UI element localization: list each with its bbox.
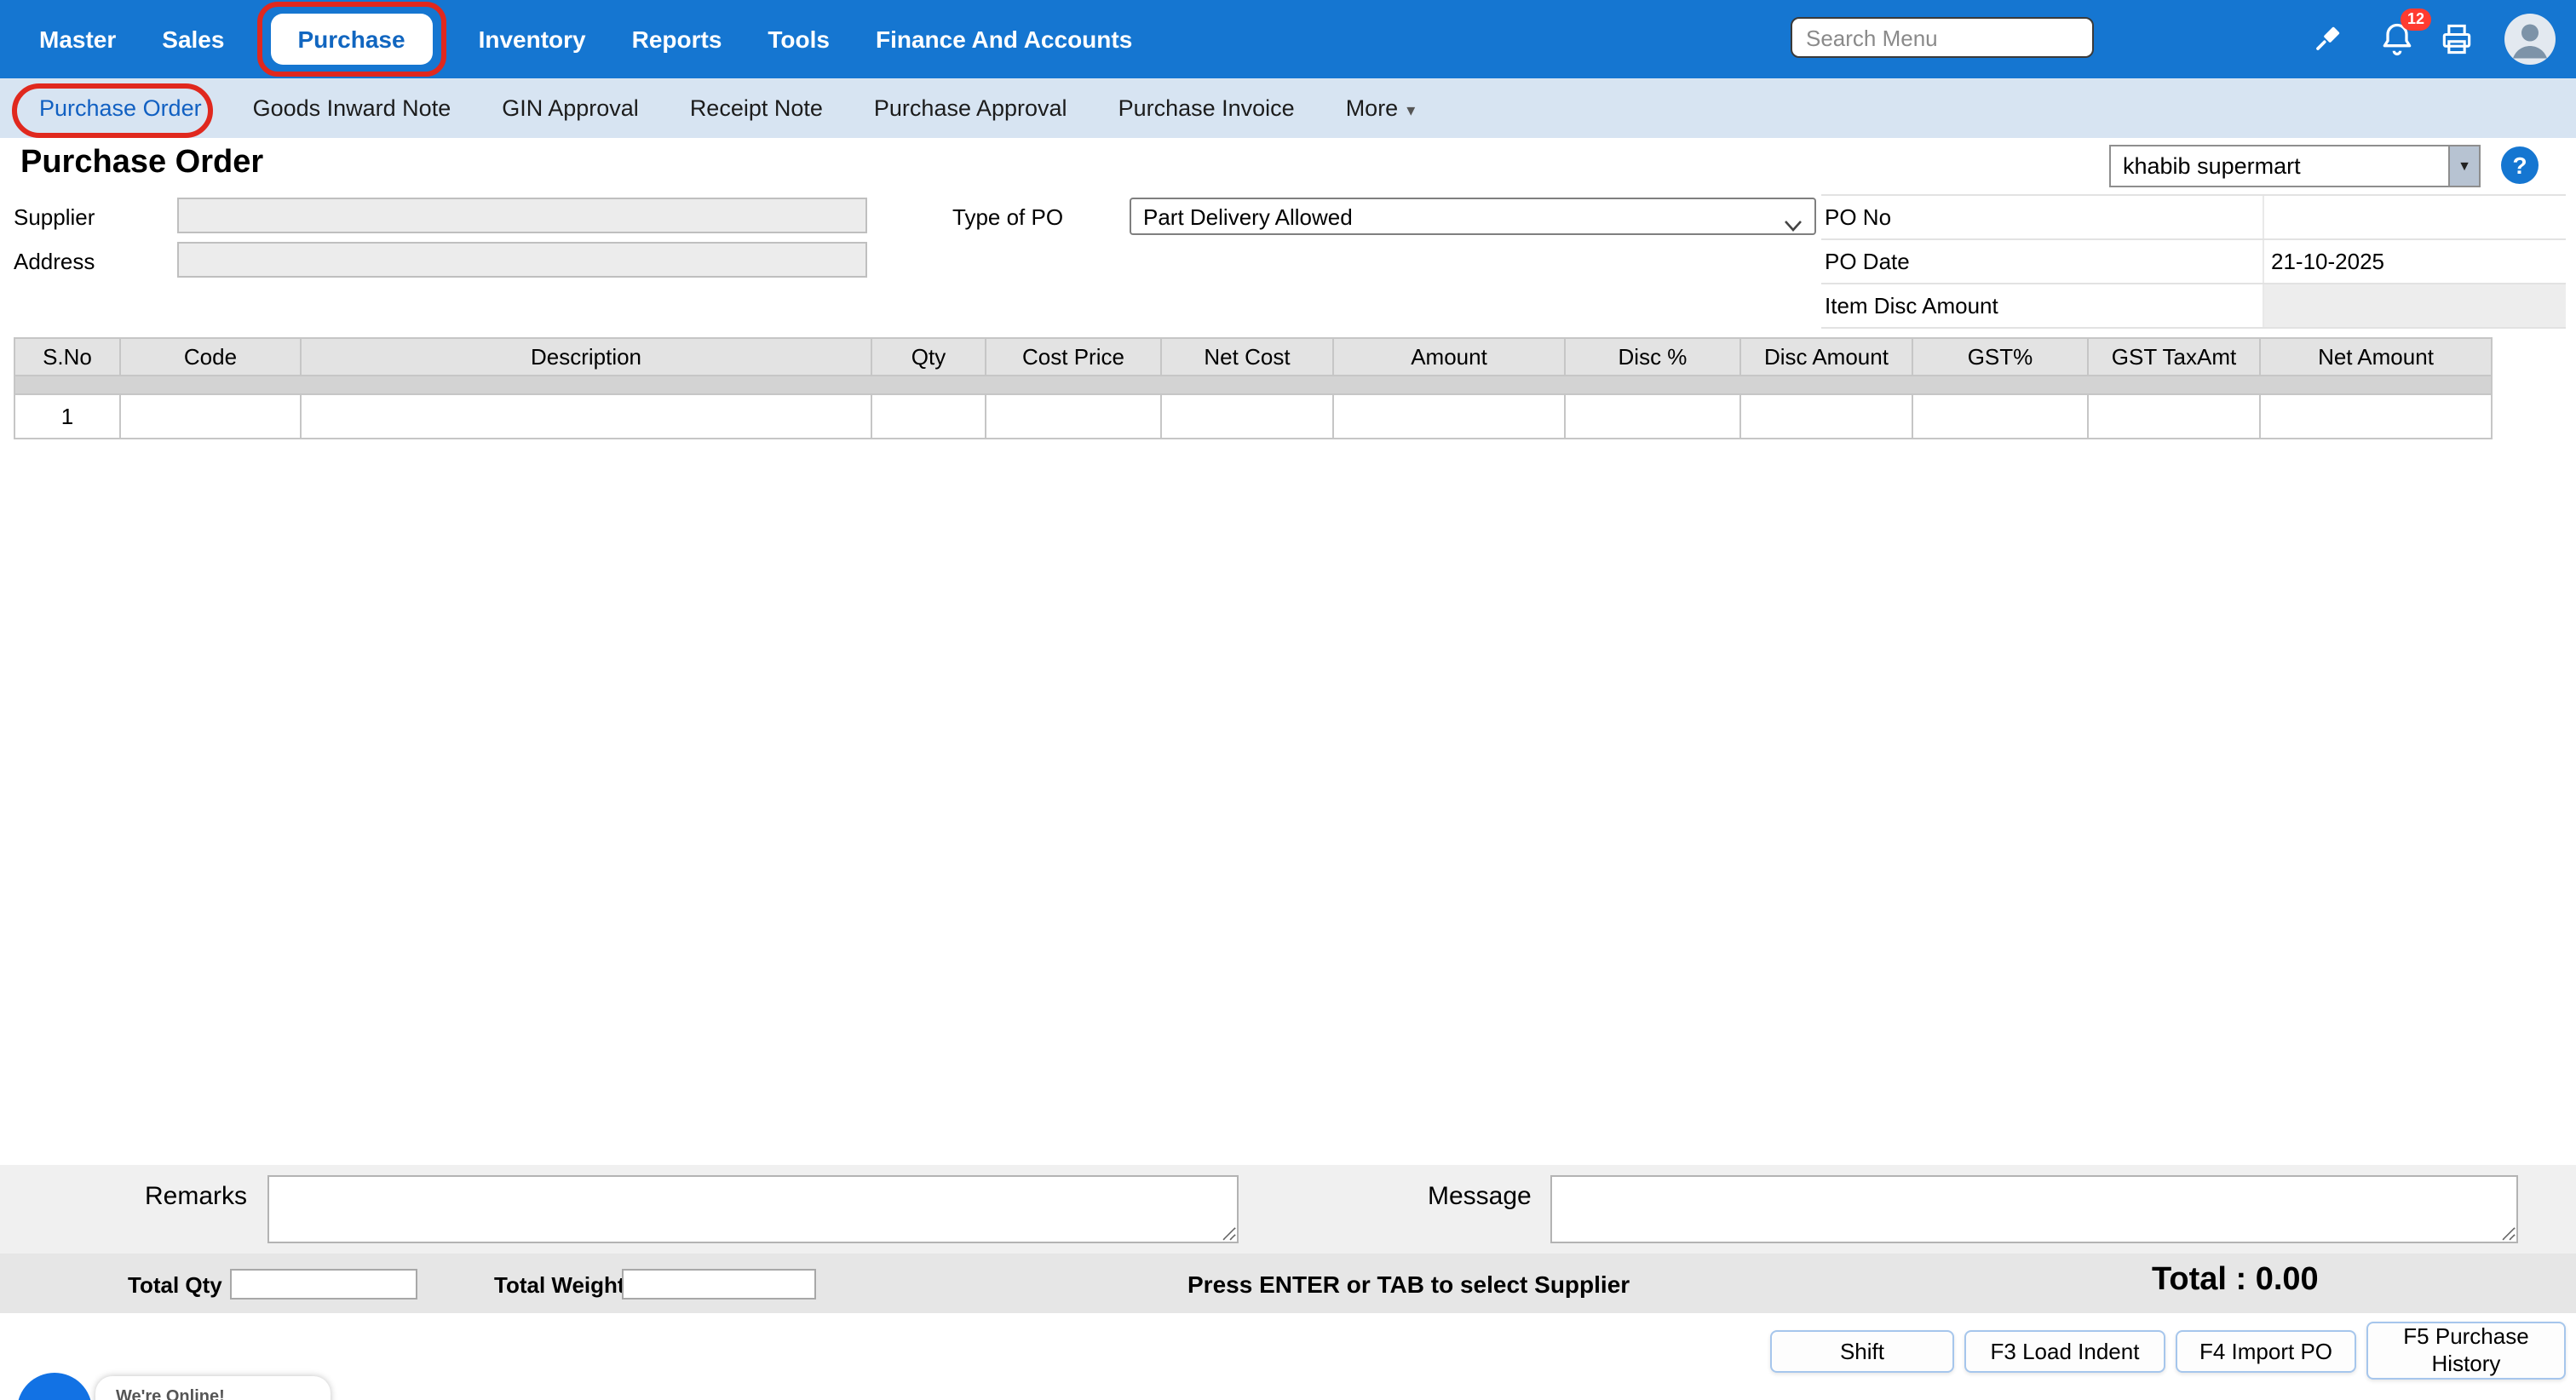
actions-bar: Shift F3 Load Indent F4 Import PO F5 Pur… <box>0 1313 2576 1400</box>
col-header-sno: S.No <box>15 339 121 376</box>
col-header-amount: Amount <box>1334 339 1566 376</box>
row1-cell-sno[interactable]: 1 <box>15 395 121 439</box>
f4-import-po-button[interactable]: F4 Import PO <box>2176 1330 2356 1373</box>
supplier-input[interactable] <box>177 198 867 233</box>
shift-button[interactable]: Shift <box>1770 1330 1954 1373</box>
po-no-value[interactable] <box>2264 196 2566 238</box>
col-header-cost-price: Cost Price <box>986 339 1162 376</box>
subnav-goods-inward-note[interactable]: Goods Inward Note <box>253 95 451 121</box>
row1-cell-disc-pct[interactable] <box>1566 395 1741 439</box>
nav-reports[interactable]: Reports <box>632 26 722 53</box>
gavel-icon[interactable] <box>2309 20 2346 58</box>
col-header-disc-amount: Disc Amount <box>1741 339 1913 376</box>
total-qty-input[interactable] <box>230 1269 417 1300</box>
supplier-label: Supplier <box>14 204 95 230</box>
po-no-label: PO No <box>1821 196 2264 238</box>
item-disc-row: Item Disc Amount <box>1821 284 2566 329</box>
dropdown-arrow-icon[interactable]: ▼ <box>2448 146 2479 186</box>
col-header-gst-pct: GST% <box>1913 339 2089 376</box>
table-row: 1 <box>15 395 2493 439</box>
notifications-bell-icon[interactable]: 12 <box>2378 9 2431 58</box>
total-weight-input[interactable] <box>622 1269 816 1300</box>
row1-cell-cost-price[interactable] <box>986 395 1162 439</box>
purchase-order-page: Master Sales Purchase Inventory Reports … <box>0 0 2576 1400</box>
subnav-gin-approval[interactable]: GIN Approval <box>502 95 639 121</box>
po-date-row: PO Date 21-10-2025 <box>1821 240 2566 284</box>
col-header-disc-pct: Disc % <box>1566 339 1741 376</box>
po-form: Supplier Address Type of PO Part Deliver… <box>0 194 2576 337</box>
type-of-po-label: Type of PO <box>952 204 1064 230</box>
col-header-qty: Qty <box>872 339 986 376</box>
remarks-textarea[interactable] <box>267 1175 1239 1243</box>
total-qty-label: Total Qty <box>128 1272 222 1298</box>
row1-cell-net-cost[interactable] <box>1162 395 1334 439</box>
help-icon[interactable]: ? <box>2501 146 2539 184</box>
row1-cell-net-amount[interactable] <box>2261 395 2493 439</box>
nav-purchase-wrap: Purchase <box>256 2 446 77</box>
items-table: S.No Code Description Qty Cost Price Net… <box>14 337 2493 439</box>
po-date-label: PO Date <box>1821 240 2264 283</box>
message-textarea[interactable] <box>1550 1175 2518 1243</box>
row1-cell-code[interactable] <box>121 395 302 439</box>
nav-master[interactable]: Master <box>39 26 116 53</box>
item-disc-amount-label: Item Disc Amount <box>1821 284 2264 327</box>
subnav-more[interactable]: More ▾ <box>1346 95 1416 121</box>
chevron-down-icon <box>1784 211 1803 237</box>
address-input[interactable] <box>177 242 867 278</box>
type-of-po-value: Part Delivery Allowed <box>1143 204 1353 229</box>
f5-purchase-history-button[interactable]: F5 Purchase History <box>2366 1322 2566 1380</box>
page-title: Purchase Order <box>20 145 264 181</box>
po-meta-panel: PO No PO Date 21-10-2025 Item Disc Amoun… <box>1821 194 2566 329</box>
print-icon[interactable] <box>2438 20 2475 58</box>
chat-status-bubble[interactable]: We're Online! <box>95 1376 331 1400</box>
user-avatar[interactable] <box>2504 14 2556 65</box>
col-header-description: Description <box>302 339 872 376</box>
notification-badge: 12 <box>2400 9 2431 31</box>
row1-cell-qty[interactable] <box>872 395 986 439</box>
table-spacer-row <box>15 376 2493 395</box>
subnav-receipt-note[interactable]: Receipt Note <box>690 95 823 121</box>
nav-purchase[interactable]: Purchase <box>270 14 433 65</box>
total-weight-label: Total Weight <box>494 1272 625 1298</box>
grand-total: Total : 0.00 <box>2152 1262 2319 1298</box>
top-nav: Master Sales Purchase Inventory Reports … <box>0 0 2576 78</box>
col-header-code: Code <box>121 339 302 376</box>
message-label: Message <box>1428 1182 1532 1211</box>
remarks-section: Remarks Message <box>0 1165 2576 1254</box>
f3-load-indent-button[interactable]: F3 Load Indent <box>1964 1330 2165 1373</box>
row1-cell-description[interactable] <box>302 395 872 439</box>
table-header-row: S.No Code Description Qty Cost Price Net… <box>15 339 2493 376</box>
subnav-more-label: More <box>1345 95 1399 121</box>
sub-nav: Purchase Order Goods Inward Note GIN App… <box>0 78 2576 138</box>
nav-finance-and-accounts[interactable]: Finance And Accounts <box>876 26 1132 53</box>
row1-cell-gst-pct[interactable] <box>1913 395 2089 439</box>
po-date-value[interactable]: 21-10-2025 <box>2264 240 2566 283</box>
totals-section: Total Qty Total Weight Press ENTER or TA… <box>0 1254 2576 1313</box>
col-header-gst-taxamt: GST TaxAmt <box>2089 339 2261 376</box>
top-nav-items: Master Sales Purchase Inventory Reports … <box>39 0 1132 78</box>
address-label: Address <box>14 249 95 274</box>
supplier-hint-text: Press ENTER or TAB to select Supplier <box>1187 1271 1630 1298</box>
subnav-purchase-approval[interactable]: Purchase Approval <box>874 95 1067 121</box>
search-menu-input[interactable] <box>1791 17 2094 58</box>
nav-tools[interactable]: Tools <box>768 26 830 53</box>
row1-cell-disc-amount[interactable] <box>1741 395 1913 439</box>
chevron-down-icon: ▾ <box>1406 102 1416 121</box>
store-selector[interactable]: khabib supermart ▼ <box>2109 145 2481 187</box>
col-header-net-amount: Net Amount <box>2261 339 2493 376</box>
nav-sales[interactable]: Sales <box>162 26 224 53</box>
row1-cell-amount[interactable] <box>1334 395 1566 439</box>
subnav-purchase-order[interactable]: Purchase Order <box>39 95 202 121</box>
row1-cell-gst-taxamt[interactable] <box>2089 395 2261 439</box>
po-no-row: PO No <box>1821 196 2566 240</box>
remarks-label: Remarks <box>145 1182 248 1211</box>
type-of-po-select[interactable]: Part Delivery Allowed <box>1130 198 1816 235</box>
page-header: Purchase Order khabib supermart ▼ ? <box>0 138 2576 194</box>
subnav-purchase-invoice[interactable]: Purchase Invoice <box>1118 95 1295 121</box>
item-disc-amount-value[interactable] <box>2264 284 2566 327</box>
col-header-net-cost: Net Cost <box>1162 339 1334 376</box>
store-selector-value: khabib supermart <box>2123 153 2301 179</box>
nav-inventory[interactable]: Inventory <box>479 26 586 53</box>
